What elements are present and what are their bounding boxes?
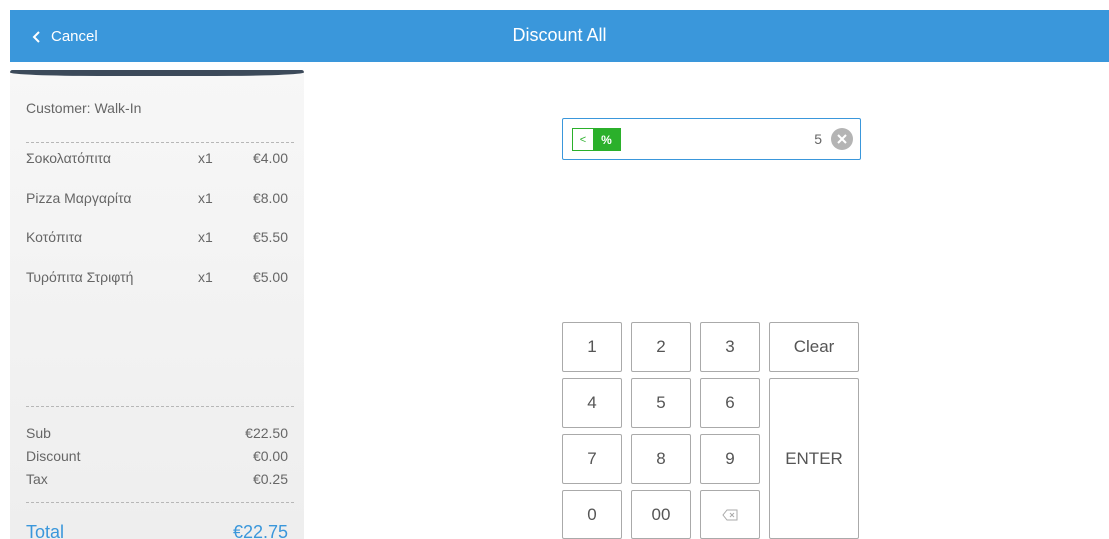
key-00[interactable]: 00 [631,490,691,539]
key-2[interactable]: 2 [631,322,691,372]
toggle-arrow[interactable]: < [573,129,593,150]
total-row: Total €22.75 [26,522,288,539]
item-price: €8.00 [252,189,288,206]
backspace-icon [722,509,738,520]
item-qty: x1 [198,229,213,245]
receipt-top-edge [10,70,304,76]
clear-input-button[interactable] [831,128,853,150]
order-items: Σοκολατόπιτα x1 €4.00 Pizza Μαργαρίτα x1… [26,150,288,308]
enter-button[interactable]: ENTER [769,378,859,539]
discount-label: Discount [26,448,81,464]
item-qty: x1 [198,150,213,166]
key-7[interactable]: 7 [562,434,622,484]
item-price: €5.00 [252,268,288,285]
tax-row: Tax €0.25 [26,471,288,494]
percent-mode[interactable]: % [593,129,620,150]
item-price: €4.00 [252,150,288,166]
page-title: Discount All [512,25,607,45]
tax-value: €0.25 [252,471,288,487]
subtotal-label: Sub [26,425,51,441]
total-label: Total [26,522,65,539]
discount-row: Discount €0.00 [26,448,288,471]
key-9[interactable]: 9 [700,434,760,484]
clear-button[interactable]: Clear [769,322,859,372]
item-name: Κοτόπιτα [26,229,83,245]
subtotal-row: Sub €22.50 [26,425,288,448]
item-name: Τυρόπιτα Στριφτή [26,268,134,285]
key-0[interactable]: 0 [562,490,622,539]
discount-mode-toggle[interactable]: < % [572,128,621,151]
key-5[interactable]: 5 [631,378,691,428]
list-item[interactable]: Σοκολατόπιτα x1 €4.00 [26,150,288,190]
divider [26,502,294,503]
subtotal-value: €22.50 [245,425,288,441]
top-bar: Cancel Discount All [10,10,1109,62]
total-value: €22.75 [232,522,288,539]
item-price: €5.50 [252,229,288,245]
discount-input[interactable]: < % 5 [562,118,861,160]
order-receipt: Customer: Walk-In Σοκολατόπιτα x1 €4.00 … [10,70,304,539]
discount-value: €0.00 [252,448,288,464]
divider [26,142,294,143]
item-qty: x1 [198,268,213,285]
key-8[interactable]: 8 [631,434,691,484]
list-item[interactable]: Τυρόπιτα Στριφτή x1 €5.00 [26,269,288,309]
key-4[interactable]: 4 [562,378,622,428]
key-3[interactable]: 3 [700,322,760,372]
tax-label: Tax [26,471,48,487]
key-6[interactable]: 6 [700,378,760,428]
key-1[interactable]: 1 [562,322,622,372]
discount-value: 5 [814,131,822,147]
divider [26,406,294,407]
item-name: Σοκολατόπιτα [26,150,111,166]
backspace-button[interactable] [700,490,760,539]
item-name: Pizza Μαργαρίτα [26,189,132,206]
list-item[interactable]: Pizza Μαργαρίτα x1 €8.00 [26,190,288,230]
item-qty: x1 [198,189,213,206]
close-icon [837,134,847,144]
totals: Sub €22.50 Discount €0.00 Tax €0.25 [26,425,288,494]
customer-label: Customer: Walk-In [26,100,142,116]
list-item[interactable]: Κοτόπιτα x1 €5.50 [26,229,288,269]
